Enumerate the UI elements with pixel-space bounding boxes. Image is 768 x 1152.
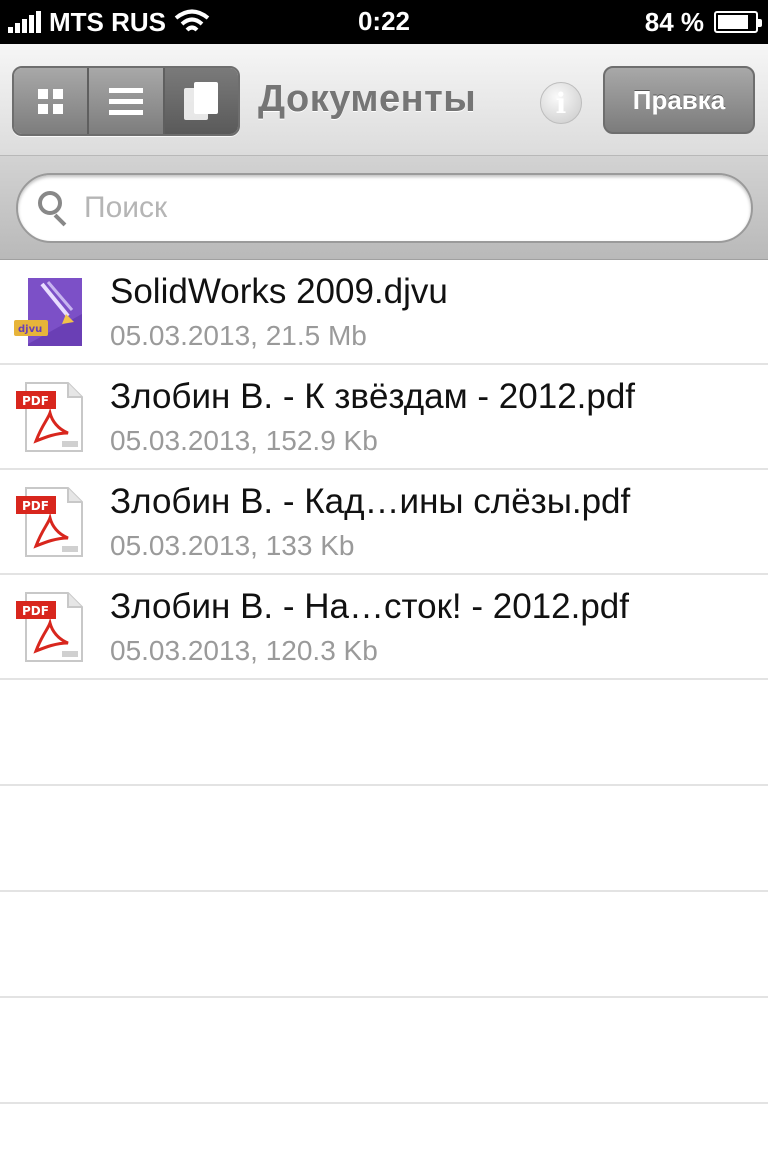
wifi-icon bbox=[174, 9, 210, 32]
search-input[interactable] bbox=[84, 191, 684, 225]
pdf-file-icon: PDF bbox=[16, 592, 83, 662]
carrier-name: MTS RUS bbox=[49, 6, 166, 37]
svg-text:djvu: djvu bbox=[18, 324, 42, 335]
list-view-button[interactable] bbox=[89, 68, 165, 134]
djvu-file-icon: djvu bbox=[14, 278, 82, 346]
status-right: 84 % bbox=[644, 0, 762, 44]
view-mode-segmented-control bbox=[12, 66, 240, 136]
file-meta: 05.03.2013, 133 Kb bbox=[110, 530, 355, 561]
file-meta: 05.03.2013, 152.9 Kb bbox=[110, 425, 378, 456]
empty-row bbox=[0, 786, 768, 892]
list-icon bbox=[108, 87, 143, 115]
battery-icon bbox=[714, 11, 762, 33]
file-row[interactable]: PDF Злобин В. - К звёздам - 2012.pdf 05.… bbox=[0, 365, 768, 470]
page-title: Документы bbox=[258, 78, 477, 120]
signal-strength-icon bbox=[8, 11, 41, 33]
file-name: Злобин В. - Кад…ины слёзы.pdf bbox=[110, 482, 631, 521]
grid-icon bbox=[38, 88, 64, 114]
empty-row bbox=[0, 892, 768, 998]
battery-percentage: 84 % bbox=[644, 6, 704, 37]
file-row[interactable]: djvu SolidWorks 2009.djvu 05.03.2013, 21… bbox=[0, 260, 768, 365]
svg-text:PDF: PDF bbox=[22, 604, 49, 618]
svg-text:PDF: PDF bbox=[22, 499, 49, 513]
file-meta: 05.03.2013, 21.5 Mb bbox=[110, 320, 367, 351]
pdf-file-icon: PDF bbox=[16, 382, 83, 452]
edit-button[interactable]: Правка bbox=[603, 66, 755, 134]
file-list: djvu SolidWorks 2009.djvu 05.03.2013, 21… bbox=[0, 260, 768, 1104]
svg-text:PDF: PDF bbox=[22, 394, 49, 408]
info-icon[interactable]: i bbox=[540, 82, 582, 124]
file-meta: 05.03.2013, 120.3 Kb bbox=[110, 635, 378, 666]
file-name: Злобин В. - К звёздам - 2012.pdf bbox=[110, 377, 636, 416]
file-row[interactable]: PDF Злобин В. - Кад…ины слёзы.pdf 05.03.… bbox=[0, 470, 768, 575]
file-name: Злобин В. - На…сток! - 2012.pdf bbox=[110, 587, 629, 626]
search-field[interactable] bbox=[16, 173, 753, 243]
battery-level bbox=[718, 15, 749, 29]
search-icon bbox=[38, 191, 70, 227]
grid-view-button[interactable] bbox=[14, 68, 90, 134]
empty-row bbox=[0, 680, 768, 786]
documents-icon bbox=[184, 82, 219, 120]
file-row[interactable]: PDF Злобин В. - На…сток! - 2012.pdf 05.0… bbox=[0, 575, 768, 680]
status-left: MTS RUS bbox=[8, 0, 210, 44]
file-name: SolidWorks 2009.djvu bbox=[110, 272, 448, 311]
pdf-file-icon: PDF bbox=[16, 487, 83, 557]
empty-row bbox=[0, 998, 768, 1104]
documents-view-button[interactable] bbox=[164, 68, 238, 134]
search-bar bbox=[0, 156, 768, 260]
status-bar: MTS RUS 0:22 84 % bbox=[0, 0, 768, 44]
navigation-bar: Документы i Правка bbox=[0, 44, 768, 156]
